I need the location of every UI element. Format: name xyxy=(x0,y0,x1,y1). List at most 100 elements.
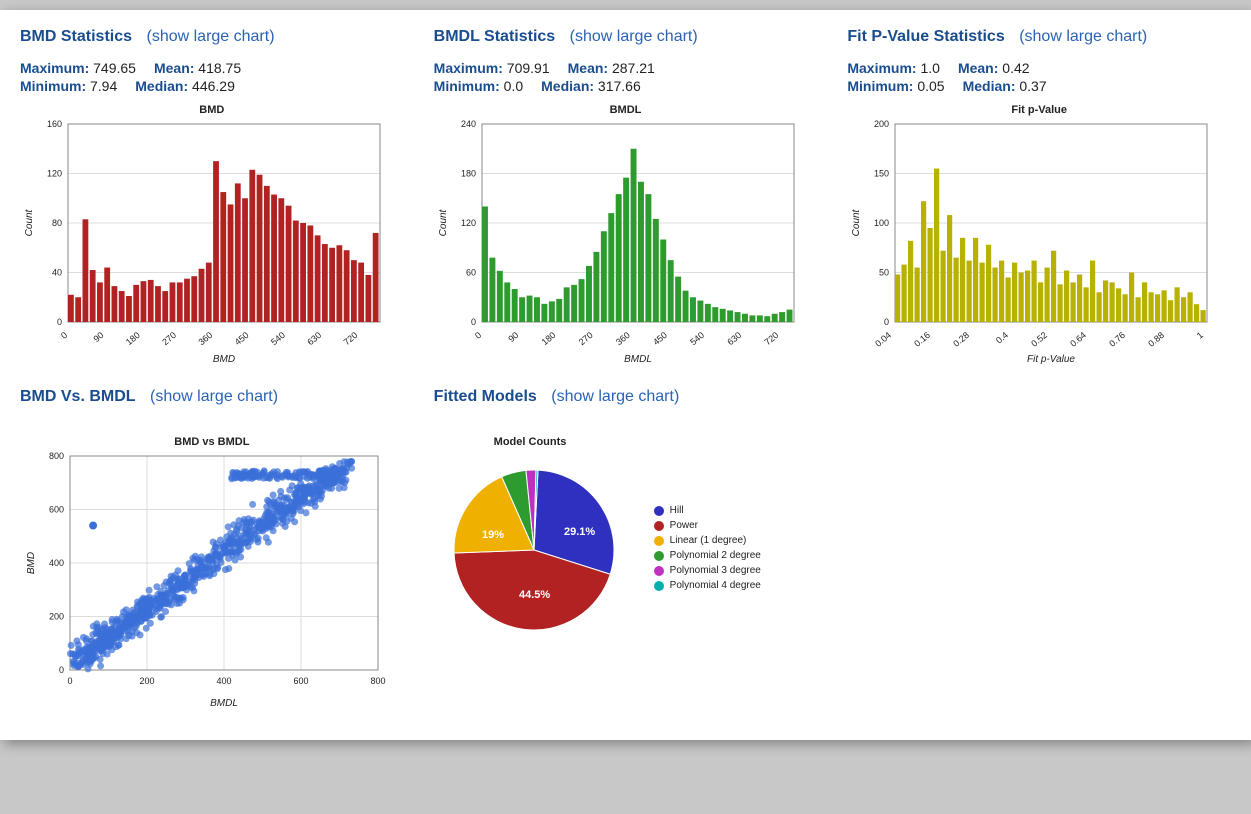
svg-text:0: 0 xyxy=(884,317,889,327)
svg-text:120: 120 xyxy=(47,169,62,179)
chart-title: Model Counts xyxy=(434,436,818,448)
svg-text:270: 270 xyxy=(576,330,594,347)
svg-text:60: 60 xyxy=(466,268,476,278)
stat-value-median: 0.37 xyxy=(1019,78,1046,94)
stat-value-mean: 418.75 xyxy=(198,60,241,76)
stat-value-min: 7.94 xyxy=(90,78,117,94)
panel-title: BMD Statistics xyxy=(20,28,132,45)
svg-text:600: 600 xyxy=(293,676,308,686)
panel-fitted-models: Fitted Models (show large chart) Model C… xyxy=(434,388,818,710)
pie-legend: HillPowerLinear (1 degree)Polynomial 2 d… xyxy=(654,505,761,595)
panel-empty xyxy=(847,388,1231,710)
svg-text:0.4: 0.4 xyxy=(994,330,1010,346)
stat-label-max: Maximum: xyxy=(20,60,89,76)
panel-header: BMD Vs. BMDL (show large chart) xyxy=(20,388,404,406)
legend-item: Hill xyxy=(654,505,761,516)
svg-text:400: 400 xyxy=(49,558,64,568)
svg-text:BMD: BMD xyxy=(26,552,37,574)
stat-label-mean: Mean: xyxy=(958,60,998,76)
svg-text:BMD: BMD xyxy=(213,354,235,365)
svg-text:44.5%: 44.5% xyxy=(519,589,550,601)
svg-text:120: 120 xyxy=(461,218,476,228)
stat-value-mean: 287.21 xyxy=(612,60,655,76)
panel-header: Fitted Models (show large chart) xyxy=(434,388,818,406)
svg-text:800: 800 xyxy=(370,676,385,686)
svg-text:29.1%: 29.1% xyxy=(564,526,595,538)
show-large-chart-link[interactable]: (show large chart) xyxy=(1019,28,1147,45)
svg-text:200: 200 xyxy=(49,612,64,622)
svg-text:160: 160 xyxy=(47,119,62,129)
svg-text:240: 240 xyxy=(461,119,476,129)
legend-item: Linear (1 degree) xyxy=(654,535,761,546)
stat-value-mean: 0.42 xyxy=(1002,60,1029,76)
chart-title: BMD vs BMDL xyxy=(20,436,404,448)
stat-value-median: 446.29 xyxy=(192,78,235,94)
stat-value-max: 709.91 xyxy=(507,60,550,76)
chart-title: BMD xyxy=(20,104,404,116)
bmd-stats: Maximum: 749.65 Mean: 418.75 Minimum: 7.… xyxy=(20,60,404,94)
stat-label-max: Maximum: xyxy=(434,60,503,76)
legend-item: Polynomial 2 degree xyxy=(654,550,761,561)
model-counts-pie: 29.1% 44.5% 19% xyxy=(434,450,634,650)
svg-text:720: 720 xyxy=(342,330,360,347)
bmdl-stats: Maximum: 709.91 Mean: 287.21 Minimum: 0.… xyxy=(434,60,818,94)
svg-text:40: 40 xyxy=(52,268,62,278)
svg-text:600: 600 xyxy=(49,505,64,515)
svg-text:360: 360 xyxy=(614,330,632,347)
svg-text:0: 0 xyxy=(59,330,69,341)
show-large-chart-link[interactable]: (show large chart) xyxy=(150,388,278,405)
show-large-chart-link[interactable]: (show large chart) xyxy=(146,28,274,45)
stat-label-mean: Mean: xyxy=(568,60,608,76)
stat-label-median: Median: xyxy=(963,78,1016,94)
svg-text:80: 80 xyxy=(52,218,62,228)
legend-item: Polynomial 3 degree xyxy=(654,565,761,576)
svg-text:0.64: 0.64 xyxy=(1069,330,1089,349)
svg-text:1: 1 xyxy=(1195,330,1205,341)
stat-value-max: 749.65 xyxy=(93,60,136,76)
stat-value-median: 317.66 xyxy=(598,78,641,94)
svg-text:0: 0 xyxy=(67,676,72,686)
bmd-vs-bmdl-scatter: 02004006008000200400600800BMDLBMD xyxy=(20,450,390,710)
stat-label-median: Median: xyxy=(541,78,594,94)
svg-text:90: 90 xyxy=(91,330,105,344)
panel-pvalue: Fit P-Value Statistics (show large chart… xyxy=(847,28,1231,368)
svg-text:0: 0 xyxy=(471,317,476,327)
svg-text:0: 0 xyxy=(473,330,483,341)
svg-text:0.52: 0.52 xyxy=(1030,330,1050,349)
stat-value-max: 1.0 xyxy=(920,60,939,76)
svg-text:540: 540 xyxy=(688,330,706,347)
svg-text:200: 200 xyxy=(874,119,889,129)
svg-text:Count: Count xyxy=(438,208,449,236)
panel-title: Fitted Models xyxy=(434,388,537,405)
svg-text:180: 180 xyxy=(461,169,476,179)
svg-text:630: 630 xyxy=(305,330,323,347)
stat-value-min: 0.0 xyxy=(504,78,523,94)
svg-text:BMDL: BMDL xyxy=(210,698,238,709)
pval-stats: Maximum: 1.0 Mean: 0.42 Minimum: 0.05 Me… xyxy=(847,60,1231,94)
svg-text:0: 0 xyxy=(57,317,62,327)
svg-text:0.88: 0.88 xyxy=(1147,330,1167,349)
panel-title: BMDL Statistics xyxy=(434,28,556,45)
svg-text:450: 450 xyxy=(651,330,669,347)
svg-text:180: 180 xyxy=(124,330,142,347)
svg-text:0.76: 0.76 xyxy=(1108,330,1128,349)
bmdl-histogram: 060120180240090180270360450540630720BMDL… xyxy=(434,118,804,368)
svg-text:360: 360 xyxy=(196,330,214,347)
show-large-chart-link[interactable]: (show large chart) xyxy=(551,388,679,405)
row-stats: BMD Statistics (show large chart) Maximu… xyxy=(20,28,1231,368)
bmd-histogram: 04080120160090180270360450540630720BMDCo… xyxy=(20,118,390,368)
svg-text:720: 720 xyxy=(762,330,780,347)
svg-text:450: 450 xyxy=(233,330,251,347)
svg-text:0.16: 0.16 xyxy=(913,330,933,349)
panel-bmdl: BMDL Statistics (show large chart) Maxim… xyxy=(434,28,818,368)
panel-header: BMDL Statistics (show large chart) xyxy=(434,28,818,46)
svg-text:540: 540 xyxy=(269,330,287,347)
svg-text:800: 800 xyxy=(49,451,64,461)
pvalue-histogram: 0501001502000.040.160.280.40.520.640.760… xyxy=(847,118,1217,368)
svg-text:0: 0 xyxy=(59,665,64,675)
panel-scatter: BMD Vs. BMDL (show large chart) BMD vs B… xyxy=(20,388,404,710)
show-large-chart-link[interactable]: (show large chart) xyxy=(570,28,698,45)
svg-text:19%: 19% xyxy=(482,529,504,541)
svg-text:0.28: 0.28 xyxy=(952,330,972,349)
row-lower: BMD Vs. BMDL (show large chart) BMD vs B… xyxy=(20,388,1231,710)
